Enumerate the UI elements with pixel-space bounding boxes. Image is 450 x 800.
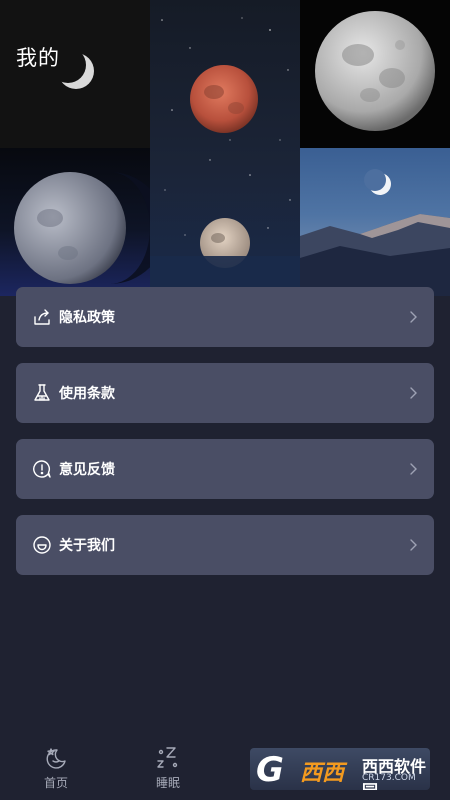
share-arrow-icon <box>31 306 53 328</box>
watermark-logo: G 西西 西西软件园 CR173.COM <box>250 748 430 790</box>
exclamation-bubble-icon <box>31 458 53 480</box>
sleep-zzz-icon <box>157 747 178 768</box>
page-title: 我的 <box>16 46 60 70</box>
tab-home[interactable]: 首页 <box>26 746 86 791</box>
tab-label: 首页 <box>43 776 68 790</box>
tab-label: 睡眠 <box>155 776 180 790</box>
watermark-url: CR173.COM <box>362 773 416 783</box>
chevron-right-icon <box>410 387 417 399</box>
menu-item-terms-of-use[interactable]: 使用条款 <box>16 363 434 423</box>
menu-item-privacy-policy[interactable]: 隐私政策 <box>16 287 434 347</box>
moon-star-icon <box>46 748 66 769</box>
watermark-brand: 西西软件园 <box>362 757 427 790</box>
watermark-orange-mark: 西西 <box>300 761 345 786</box>
watermark-g-glyph: G <box>256 750 284 790</box>
menu-label: 关于我们 <box>59 538 115 554</box>
menu-label: 意见反馈 <box>59 462 115 478</box>
menu-label: 隐私政策 <box>59 310 115 326</box>
menu-item-feedback[interactable]: 意见反馈 <box>16 439 434 499</box>
settings-menu: 隐私政策 使用条款 意见反馈 关于我们 <box>16 287 434 591</box>
chevron-right-icon <box>410 539 417 551</box>
header-collage: 我的 <box>0 0 450 296</box>
flask-icon <box>31 382 53 404</box>
full-moon-tile <box>300 0 450 148</box>
smile-icon <box>31 534 53 556</box>
menu-item-about-us[interactable]: 关于我们 <box>16 515 434 575</box>
chevron-right-icon <box>410 463 417 475</box>
crescent-moon-tile <box>0 0 150 148</box>
mountain-moon-tile <box>300 148 450 296</box>
profile-screen: 我的 隐私政策 使用条款 意见反馈 关于我们 首页 睡眠 G 西西 西西软件 C… <box>0 0 450 800</box>
chevron-right-icon <box>410 311 417 323</box>
menu-label: 使用条款 <box>59 386 115 402</box>
half-moon-tile <box>0 148 150 296</box>
tab-sleep[interactable]: 睡眠 <box>138 746 198 791</box>
red-moon-tile <box>150 0 300 296</box>
